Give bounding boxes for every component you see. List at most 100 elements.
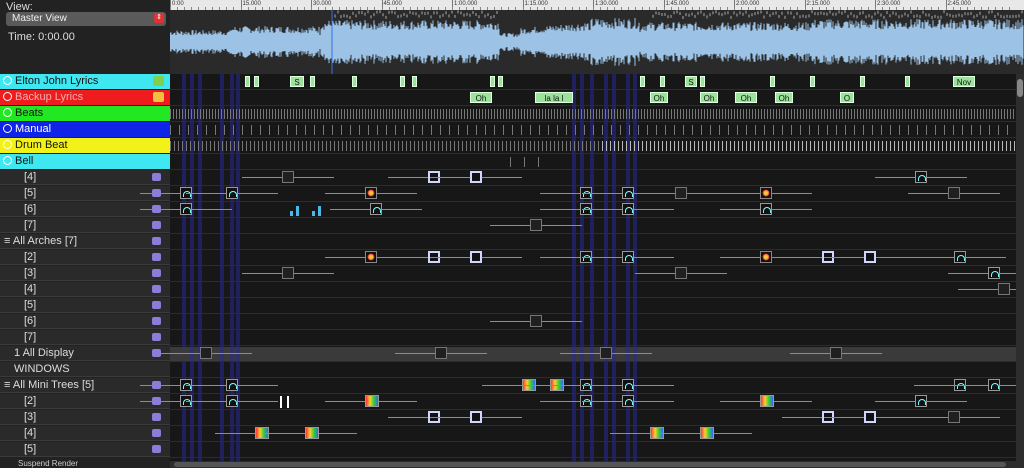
model-settings-icon[interactable] <box>152 173 161 181</box>
effect-block[interactable] <box>915 395 927 407</box>
view-select[interactable]: Master View ⇕ <box>6 12 166 26</box>
model-row[interactable]: [4] <box>0 170 170 185</box>
bars-effect-icon[interactable] <box>312 211 315 216</box>
effect-block[interactable] <box>200 347 212 359</box>
effect-block[interactable] <box>622 379 634 391</box>
bars-effect-icon[interactable] <box>290 211 293 216</box>
lyric-phrase[interactable]: la la l <box>535 92 573 103</box>
lyric-segment[interactable] <box>498 76 503 87</box>
effect-block[interactable] <box>948 187 960 199</box>
model-row[interactable]: [7] <box>0 218 170 233</box>
model-settings-icon[interactable] <box>152 429 161 437</box>
effect-block[interactable] <box>282 171 294 183</box>
effect-block[interactable] <box>622 251 634 263</box>
effect-block[interactable] <box>675 267 687 279</box>
track-select-radio[interactable] <box>3 76 12 85</box>
effect-block[interactable] <box>675 187 687 199</box>
track-lane[interactable] <box>170 266 1016 282</box>
track-lane[interactable] <box>170 362 1016 378</box>
model-row[interactable]: [2] <box>0 250 170 265</box>
lyric-segment[interactable] <box>245 76 250 87</box>
effect-block[interactable] <box>365 395 379 407</box>
model-settings-icon[interactable] <box>152 317 161 325</box>
effect-block[interactable] <box>470 251 482 263</box>
model-row[interactable]: [4] <box>0 426 170 441</box>
suspend-render-toggle[interactable]: Suspend Render <box>18 459 78 468</box>
model-settings-icon[interactable] <box>152 285 161 293</box>
effect-block[interactable] <box>530 315 542 327</box>
lyric-phrase[interactable]: O <box>840 92 854 103</box>
model-settings-icon[interactable] <box>152 445 161 453</box>
effect-block[interactable] <box>948 411 960 423</box>
bars-effect-icon[interactable] <box>296 206 299 216</box>
timing-track-row[interactable]: Beats <box>0 106 170 121</box>
lyric-phrase[interactable]: Oh <box>700 92 718 103</box>
lyric-segment[interactable] <box>490 76 495 87</box>
effect-block[interactable] <box>435 347 447 359</box>
effect-block[interactable] <box>226 395 238 407</box>
model-settings-icon[interactable] <box>152 301 161 309</box>
timing-track-row[interactable]: Elton John Lyrics <box>0 74 170 89</box>
effect-block[interactable] <box>282 267 294 279</box>
model-settings-icon[interactable] <box>152 333 161 341</box>
lyric-phrase[interactable]: Oh <box>735 92 757 103</box>
track-lane[interactable] <box>170 234 1016 250</box>
lyric-phrase[interactable]: S <box>685 76 697 87</box>
track-lane[interactable] <box>170 90 1016 106</box>
lyric-edit-icon[interactable] <box>153 76 164 86</box>
effect-block[interactable] <box>988 379 1000 391</box>
model-row[interactable]: [6] <box>0 314 170 329</box>
audio-waveform[interactable] <box>170 10 1024 74</box>
track-lane[interactable] <box>170 170 1016 186</box>
model-settings-icon[interactable] <box>152 269 161 277</box>
track-lane[interactable] <box>170 330 1016 346</box>
lyric-segment[interactable] <box>660 76 665 87</box>
lyric-phrase[interactable]: Nov <box>953 76 975 87</box>
effect-block[interactable] <box>365 251 377 263</box>
track-select-radio[interactable] <box>3 156 12 165</box>
bars-effect-icon[interactable] <box>318 206 321 216</box>
model-settings-icon[interactable] <box>152 253 161 261</box>
effect-block[interactable] <box>622 187 634 199</box>
model-row[interactable]: WINDOWS <box>0 362 170 377</box>
lyric-phrase[interactable]: S <box>290 76 304 87</box>
horizontal-scrollbar[interactable] <box>170 461 1016 468</box>
track-lane[interactable] <box>170 378 1016 394</box>
lyric-segment[interactable] <box>400 76 405 87</box>
track-lane[interactable] <box>170 314 1016 330</box>
timing-track-row[interactable]: Bell <box>0 154 170 169</box>
effect-block[interactable] <box>226 379 238 391</box>
time-ruler[interactable]: 0:00 15.000 30.000 45.000 1:00.000 1:15.000 1:… <box>170 0 1024 10</box>
effect-block[interactable] <box>180 203 192 215</box>
horizontal-scroll-thumb[interactable] <box>174 462 1006 467</box>
lyric-segment[interactable] <box>310 76 315 87</box>
lyric-segment[interactable] <box>860 76 865 87</box>
lyric-segment[interactable] <box>412 76 417 87</box>
lyric-segment[interactable] <box>905 76 910 87</box>
lyric-segment[interactable] <box>254 76 259 87</box>
effect-block[interactable] <box>760 187 772 199</box>
lyric-segment[interactable] <box>352 76 357 87</box>
model-row[interactable]: [5] <box>0 442 170 457</box>
lyric-phrase[interactable]: Oh <box>650 92 668 103</box>
model-settings-icon[interactable] <box>152 413 161 421</box>
track-lane[interactable] <box>170 394 1016 410</box>
model-settings-icon[interactable] <box>152 237 161 245</box>
lyric-phrase[interactable]: Oh <box>470 92 492 103</box>
effect-block[interactable] <box>915 171 927 183</box>
lyric-segment[interactable] <box>700 76 705 87</box>
model-row[interactable]: [3] <box>0 410 170 425</box>
track-lane[interactable] <box>170 346 1016 362</box>
track-lane[interactable] <box>170 282 1016 298</box>
effect-block[interactable] <box>470 411 482 423</box>
effect-block[interactable] <box>988 267 1000 279</box>
track-select-radio[interactable] <box>3 140 12 149</box>
model-row[interactable]: [3] <box>0 266 170 281</box>
timing-track-row[interactable]: Manual <box>0 122 170 137</box>
pause-effect-mark[interactable] <box>280 396 282 408</box>
track-lane[interactable] <box>170 186 1016 202</box>
model-settings-icon[interactable] <box>152 221 161 229</box>
model-row[interactable]: [5] <box>0 298 170 313</box>
effect-block[interactable] <box>470 171 482 183</box>
effect-block[interactable] <box>622 395 634 407</box>
